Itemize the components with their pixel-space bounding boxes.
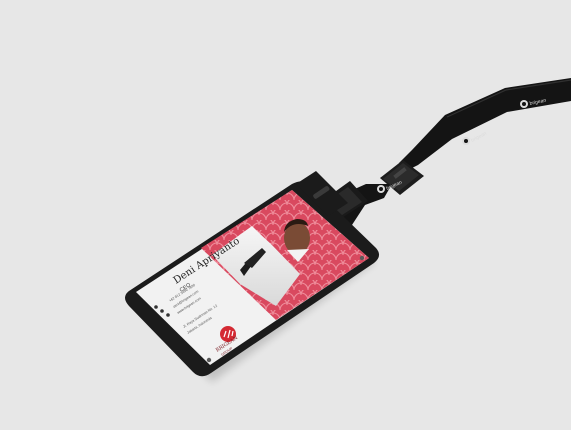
holder-screw — [359, 255, 365, 261]
lanyard-strap: brigean brigean brigean — [318, 78, 571, 228]
badge-mockup: brigean brigean brigean Deni Apriyanto C… — [125, 78, 571, 382]
holder-screw — [206, 357, 212, 363]
lanyard-logo-label: brigean — [470, 131, 488, 144]
lanyard-logo-2: brigean — [462, 131, 488, 145]
scene: brigean brigean brigean Deni Apriyanto C… — [0, 0, 571, 430]
